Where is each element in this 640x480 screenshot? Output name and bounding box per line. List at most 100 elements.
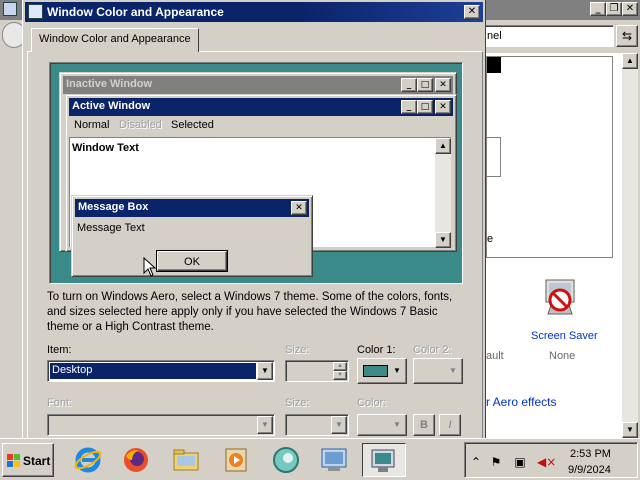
ok-label: OK <box>184 256 200 268</box>
font-dropdown[interactable]: ▼ <box>47 414 275 436</box>
color1-picker-button[interactable]: ▼ <box>357 358 407 384</box>
window-controls: _ □ ✕ <box>401 100 451 114</box>
active-titlebar[interactable]: Active Window _ □ ✕ <box>69 98 453 116</box>
tab-window-color-appearance[interactable]: Window Color and Appearance <box>31 28 199 52</box>
preview-block <box>487 57 501 73</box>
menu-item-disabled[interactable]: Disabled <box>119 119 162 131</box>
menu-item-normal[interactable]: Normal <box>74 119 109 131</box>
message-box-titlebar[interactable]: Message Box ✕ <box>75 199 309 217</box>
vertical-scrollbar[interactable]: ▲ ▼ <box>622 53 638 438</box>
item-label: Item: <box>47 344 72 356</box>
maximize-icon: □ <box>417 78 433 92</box>
scroll-down-icon: ▼ <box>435 232 451 248</box>
app-icon <box>273 447 299 473</box>
color2-picker-button[interactable]: ▼ <box>413 358 463 384</box>
aero-effects-link[interactable]: r Aero effects <box>486 395 556 409</box>
minimize-icon: _ <box>401 100 417 114</box>
inactive-titlebar[interactable]: Inactive Window _ □ ✕ <box>63 76 453 94</box>
control-panel-icon <box>321 448 347 471</box>
message-text: Message Text <box>77 222 145 234</box>
windows-logo-icon <box>7 454 20 467</box>
control-panel-icon <box>3 2 17 16</box>
color1-label: Color 1: <box>357 344 396 356</box>
address-bar[interactable]: nel <box>482 25 614 47</box>
taskbar-app[interactable] <box>266 443 306 477</box>
window-controls: _ ❐ ✕ <box>590 2 638 16</box>
taskbar-firefox[interactable] <box>116 443 156 477</box>
media-player-icon <box>225 448 247 472</box>
scroll-up-icon[interactable]: ▲ <box>622 53 638 69</box>
italic-button[interactable]: I <box>439 414 461 436</box>
close-button[interactable]: ✕ <box>464 5 480 19</box>
menu-item-selected[interactable]: Selected <box>171 119 214 131</box>
size-label: Size: <box>285 344 310 356</box>
window-text: Window Text <box>72 142 139 154</box>
mouse-cursor-icon <box>143 257 157 277</box>
start-button[interactable]: Start <box>2 443 54 477</box>
font-color-picker-button[interactable]: ▼ <box>357 414 407 436</box>
item-dropdown[interactable]: Desktop ▼ <box>47 360 275 382</box>
taskbar-display-settings[interactable] <box>362 443 406 477</box>
minimize-button[interactable]: _ <box>590 2 606 16</box>
default-text: ault <box>486 350 504 362</box>
bold-button[interactable]: B <box>413 414 435 436</box>
screen-saver-link[interactable]: Screen Saver <box>531 330 598 342</box>
chevron-up-icon[interactable]: ⌃ <box>469 455 483 469</box>
start-label: Start <box>23 454 51 468</box>
refresh-button[interactable]: ⇆ <box>616 25 638 47</box>
display-settings-icon <box>371 449 395 472</box>
item-selected-value: Desktop <box>50 363 256 379</box>
close-icon: ✕ <box>435 100 451 114</box>
taskbar-internet-explorer[interactable] <box>68 443 108 477</box>
appearance-icon <box>28 4 43 19</box>
taskbar-media-player[interactable] <box>216 443 256 477</box>
preview-text: e <box>487 233 494 245</box>
aero-description: To turn on Windows Aero, select a Window… <box>47 291 453 333</box>
active-title: Active Window <box>72 100 151 112</box>
message-box-title: Message Box <box>78 201 149 213</box>
firefox-icon <box>124 448 148 472</box>
volume-muted-icon[interactable]: ◀× <box>537 455 556 469</box>
ok-button-face: OK <box>157 251 227 271</box>
color2-label: Color 2: <box>413 344 452 356</box>
stepper-down-icon[interactable]: ▼ <box>333 371 347 380</box>
size-stepper[interactable]: ▲ ▼ <box>285 360 349 382</box>
inactive-title: Inactive Window <box>66 78 153 90</box>
close-icon: ✕ <box>435 78 451 92</box>
address-text: nel <box>487 30 502 42</box>
network-icon[interactable]: ▣ <box>513 455 527 469</box>
color1-swatch <box>363 365 388 377</box>
system-tray: ⌃ ⚑ ▣ ◀× 2:53 PM 9/9/2024 <box>464 442 638 478</box>
font-size-dropdown[interactable]: ▼ <box>285 414 349 436</box>
message-box-preview[interactable]: Message Box ✕ Message Text OK <box>71 195 313 277</box>
refresh-icon: ⇆ <box>621 29 633 43</box>
flag-icon[interactable]: ⚑ <box>489 455 503 469</box>
ok-button[interactable]: OK <box>156 250 228 272</box>
taskbar: Start ⌃ ⚑ ▣ ◀× 2:53 PM 9/9/2024 <box>0 438 640 480</box>
stepper-up-icon[interactable]: ▲ <box>333 362 347 371</box>
close-icon: ✕ <box>291 201 307 215</box>
chevron-down-icon[interactable]: ▼ <box>257 416 273 434</box>
taskbar-control-panel[interactable] <box>314 443 354 477</box>
screen-saver-icon[interactable] <box>538 278 582 320</box>
close-button[interactable]: ✕ <box>622 2 638 16</box>
scroll-down-icon[interactable]: ▼ <box>622 422 638 438</box>
font-label: Font: <box>47 397 73 409</box>
clock-time[interactable]: 2:53 PM <box>570 448 611 460</box>
preview-sidebox <box>487 137 501 177</box>
chevron-down-icon: ▼ <box>393 420 401 429</box>
clock-date[interactable]: 9/9/2024 <box>568 464 611 476</box>
minimize-icon: _ <box>401 78 417 92</box>
dialog-titlebar[interactable]: Window Color and Appearance ✕ <box>25 2 483 22</box>
chevron-down-icon[interactable]: ▼ <box>331 416 347 434</box>
window-color-appearance-dialog: Window Color and Appearance ✕ Window Col… <box>22 0 486 438</box>
maximize-button[interactable]: ❐ <box>606 2 622 16</box>
font-size-label: Size: <box>285 397 310 409</box>
taskbar-file-explorer[interactable] <box>166 443 206 477</box>
appearance-preview[interactable]: Inactive Window _ □ ✕ Active Window _ □ … <box>49 62 463 284</box>
preview-scrollbar[interactable]: ▲ ▼ <box>435 138 451 248</box>
dialog-title: Window Color and Appearance <box>47 5 224 19</box>
file-explorer-icon <box>173 449 199 471</box>
font-color-label: Color: <box>357 397 387 409</box>
chevron-down-icon[interactable]: ▼ <box>257 362 273 380</box>
